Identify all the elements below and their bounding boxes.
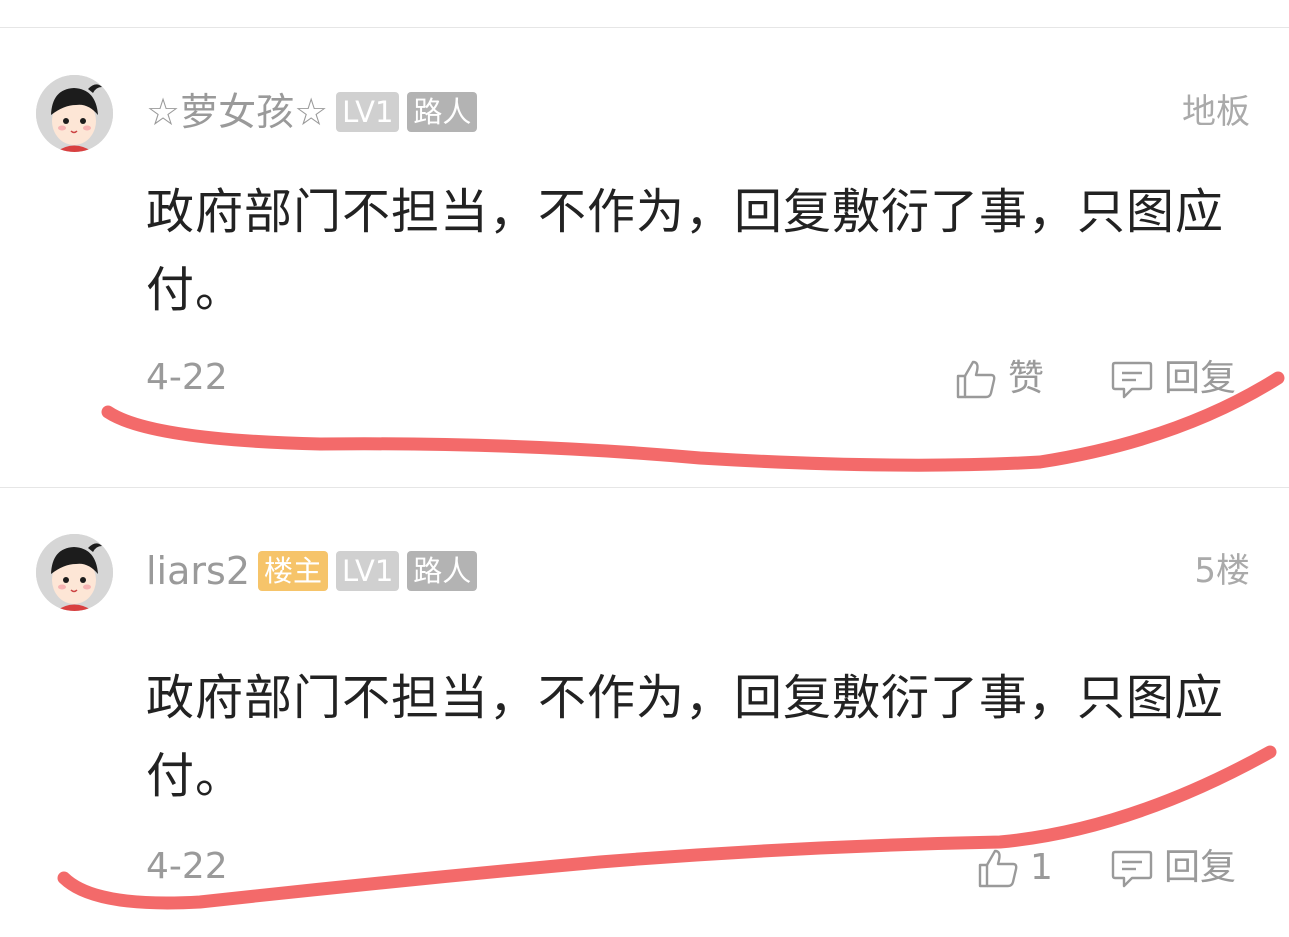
comment-item: liars2 楼主 LV1 路人 5楼 政府部门不担当，不作为，回复敷衍了事，只… — [0, 0, 1289, 937]
reply-button[interactable]: 回复 — [1110, 846, 1236, 890]
op-badge: 楼主 — [258, 551, 329, 591]
role-badge: 路人 — [407, 551, 478, 591]
comment-bubble-icon — [1111, 850, 1153, 888]
username[interactable]: liars2 — [146, 550, 250, 592]
comment-thread: ☆萝女孩☆ LV1 路人 地板 政府部门不担当，不作为，回复敷衍了事，只图应付。… — [0, 0, 1289, 937]
avatar-icon — [36, 534, 113, 611]
like-count: 1 — [1030, 847, 1053, 888]
floor-label: 5楼 — [1194, 551, 1250, 591]
comment-text: 政府部门不担当，不作为，回复敷衍了事，只图应付。 — [146, 670, 1225, 804]
thumbs-up-icon — [978, 849, 1018, 888]
comment-date: 4-22 — [146, 846, 228, 887]
comment-header: liars2 楼主 LV1 路人 — [146, 550, 478, 592]
level-badge: LV1 — [336, 551, 400, 591]
reply-label: 回复 — [1164, 847, 1237, 888]
avatar[interactable] — [36, 534, 113, 611]
like-button[interactable]: 1 — [976, 846, 1053, 890]
